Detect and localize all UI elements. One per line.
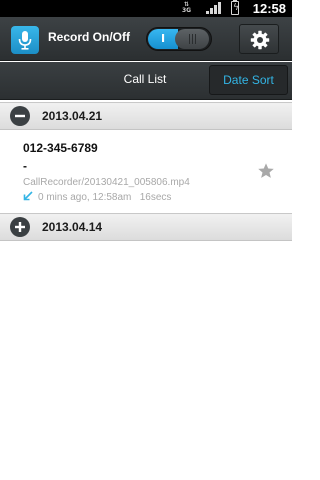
group-date-label: 2013.04.14 [42,220,103,234]
page-title: Record On/Off [48,30,131,44]
call-duration: 16secs [139,192,172,203]
call-meta: 0 mins ago, 12:58am 16secs [23,191,171,203]
collapse-icon[interactable] [10,106,30,126]
incoming-call-arrow-icon [23,191,33,201]
action-bar: Record On/Off I [0,17,292,61]
tab-date-sort[interactable]: Date Sort [209,65,288,95]
network-type-indicator: ⇅ 3G [182,1,192,14]
call-contact-name: - [23,159,27,173]
call-time-ago: 0 mins ago, 12:58am [38,192,132,203]
tab-bar: Call List Date Sort [0,62,292,100]
group-header-collapsed[interactable]: 2013.04.14 [0,213,292,241]
signal-icon [206,2,222,14]
group-header-expanded[interactable]: 2013.04.21 [0,102,292,130]
toggle-knob[interactable] [175,29,209,49]
microphone-icon [18,31,32,50]
call-number: 012-345-6789 [23,141,98,155]
expand-icon[interactable] [10,217,30,237]
record-toggle[interactable]: I [146,27,212,51]
status-bar: ⇅ 3G ϟ 12:58 [0,0,292,17]
toggle-on-label: I [148,29,178,49]
battery-charging-icon: ϟ [231,0,239,15]
recording-file-path: CallRecorder/20130421_005806.mp4 [23,177,190,188]
tab-call-list[interactable]: Call List [95,72,195,86]
gear-icon [250,30,270,50]
settings-button[interactable] [239,24,279,54]
app-icon[interactable] [11,26,39,54]
star-icon[interactable] [257,162,275,180]
group-date-label: 2013.04.21 [42,109,103,123]
status-time: 12:58 [252,1,286,16]
list-item[interactable]: 012-345-6789 - CallRecorder/20130421_005… [0,131,292,213]
